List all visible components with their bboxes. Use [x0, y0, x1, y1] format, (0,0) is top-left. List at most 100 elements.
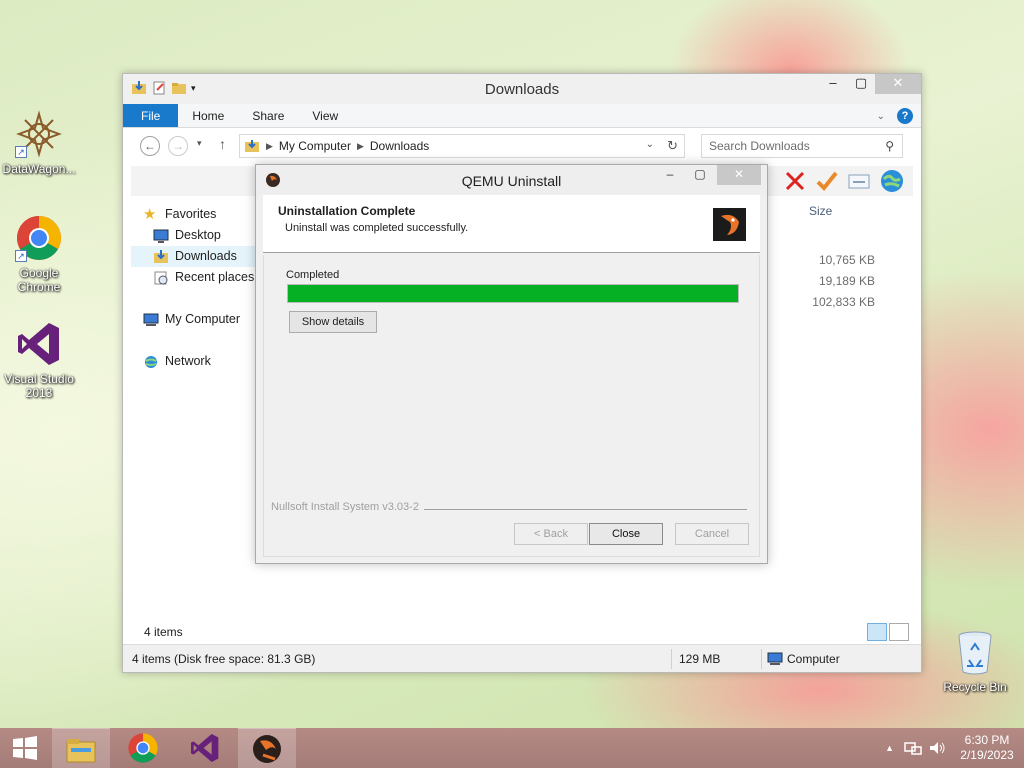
progress-bar	[287, 284, 739, 303]
minimize-button[interactable]: –	[819, 74, 847, 94]
desktop-icon-label: Recycle Bin	[943, 680, 1007, 694]
close-button[interactable]: ✕	[875, 74, 921, 94]
items-count: 4 items	[144, 625, 183, 639]
cancel-button[interactable]: Cancel	[675, 523, 749, 545]
shortcut-arrow-icon: ↗	[15, 146, 27, 158]
close-dialog-button[interactable]: Close	[589, 523, 663, 545]
show-details-button[interactable]: Show details	[289, 311, 377, 333]
file-size-column: 10,765 KB 19,189 KB 102,833 KB	[812, 250, 875, 313]
dialog-header-subtitle: Uninstall was completed successfully.	[285, 222, 469, 234]
globe-icon[interactable]	[879, 168, 905, 194]
clock-date: 2/19/2023	[960, 748, 1014, 762]
tab-view[interactable]: View	[298, 104, 352, 127]
desktop-icon-visual-studio[interactable]: Visual Studio 2013	[0, 320, 78, 400]
qemu-icon	[253, 734, 281, 763]
nav-downloads[interactable]: Downloads	[131, 246, 257, 267]
window-icon[interactable]	[847, 169, 871, 193]
network-status-icon[interactable]	[904, 740, 922, 756]
recent-locations-icon[interactable]: ▾	[197, 138, 202, 149]
desktop-icon-recycle-bin[interactable]: Recycle Bin	[936, 630, 1014, 694]
progress-fill	[288, 285, 738, 302]
recycle-bin-icon	[955, 630, 995, 676]
system-clock[interactable]: 6:30 PM 2/19/2023	[950, 733, 1024, 763]
tab-file[interactable]: File	[123, 104, 179, 127]
status-location: Computer	[787, 651, 840, 666]
tab-share[interactable]: Share	[238, 104, 298, 127]
progress-label: Completed	[286, 269, 340, 281]
nav-my-computer[interactable]: My Computer	[131, 309, 257, 330]
nav-network[interactable]: Network	[131, 351, 257, 372]
breadcrumb-separator-icon: ▶	[356, 140, 364, 151]
breadcrumb-my-computer[interactable]: My Computer	[279, 139, 351, 153]
qemu-logo-icon	[713, 208, 746, 241]
large-icons-view-button[interactable]	[889, 623, 909, 641]
search-input[interactable]: Search Downloads ⚲	[701, 134, 903, 158]
breadcrumb-separator-icon: ▶	[266, 140, 273, 151]
nav-desktop[interactable]: Desktop	[131, 225, 257, 246]
back-arrow-icon[interactable]: ←	[140, 136, 160, 156]
up-arrow-icon[interactable]: ↑	[219, 136, 226, 152]
help-icon[interactable]: ?	[897, 108, 913, 124]
address-row: ← → ▾ ↑ ▶ My Computer ▶ Downloads ⌄ ↻ Se…	[123, 128, 921, 164]
refresh-icon[interactable]: ↻	[667, 138, 678, 154]
address-dropdown-icon[interactable]: ⌄	[646, 139, 654, 150]
dialog-titlebar[interactable]: QEMU Uninstall – ▢ ✕	[256, 165, 767, 195]
chrome-icon	[128, 733, 158, 763]
delete-x-icon[interactable]	[783, 169, 807, 193]
details-view-button[interactable]	[867, 623, 887, 641]
maximize-button[interactable]: ▢	[847, 74, 875, 94]
star-icon: ★	[143, 205, 157, 223]
datawagon-icon: ↗	[15, 110, 63, 158]
forward-arrow-icon[interactable]: →	[168, 136, 188, 156]
search-icon: ⚲	[885, 139, 894, 153]
show-hidden-icons-icon[interactable]: ▲	[885, 743, 894, 753]
dialog-maximize-button[interactable]: ▢	[687, 165, 713, 185]
status-bar: 4 items (Disk free space: 81.3 GB) 129 M…	[123, 644, 921, 672]
nav-recent-places[interactable]: Recent places	[131, 267, 257, 288]
taskbar: ▲ 6:30 PM 2/19/2023	[0, 728, 1024, 768]
taskbar-visual-studio[interactable]	[176, 728, 234, 768]
desktop-icon-datawagon[interactable]: ↗ DataWagon...	[0, 110, 78, 176]
dialog-header-title: Uninstallation Complete	[278, 204, 416, 218]
start-button[interactable]	[0, 728, 50, 768]
network-icon	[143, 355, 159, 369]
dialog-header: Uninstallation Complete Uninstall was co…	[263, 195, 760, 253]
tab-home[interactable]: Home	[178, 104, 238, 127]
checkmark-icon[interactable]	[815, 169, 839, 193]
dialog-minimize-button[interactable]: –	[657, 165, 683, 185]
volume-icon[interactable]	[928, 740, 946, 756]
column-header-size[interactable]: Size	[809, 204, 832, 218]
nsis-branding: Nullsoft Install System v3.03-2	[271, 501, 419, 513]
system-tray: ▲ 6:30 PM 2/19/2023	[885, 728, 1024, 768]
explorer-titlebar[interactable]: ▾ Downloads – ▢ ✕	[123, 74, 921, 104]
window-title: Downloads	[484, 81, 560, 98]
nav-label: Recent places	[175, 270, 255, 284]
taskbar-chrome[interactable]	[114, 728, 172, 768]
visual-studio-icon	[15, 320, 63, 368]
visual-studio-icon	[191, 734, 219, 762]
status-size: 129 MB	[679, 651, 721, 666]
desktop-icon-label: Visual Studio 2013	[4, 372, 74, 400]
computer-icon	[767, 652, 783, 665]
desktop-icon-label: DataWagon...	[2, 162, 76, 176]
breadcrumb-downloads[interactable]: Downloads	[370, 139, 429, 153]
search-placeholder: Search Downloads	[709, 139, 810, 153]
windows-logo-icon	[13, 736, 37, 760]
address-bar[interactable]: ▶ My Computer ▶ Downloads ⌄ ↻	[239, 134, 685, 158]
chrome-icon: ↗	[15, 214, 63, 262]
expand-ribbon-icon[interactable]: ⌄	[877, 111, 885, 122]
back-button[interactable]: < Back	[514, 523, 588, 545]
taskbar-qemu-uninstall[interactable]	[238, 728, 296, 768]
file-size: 102,833 KB	[812, 295, 875, 309]
qemu-uninstall-dialog: QEMU Uninstall – ▢ ✕ Uninstallation Comp…	[255, 164, 768, 564]
shortcut-arrow-icon: ↗	[15, 250, 27, 262]
taskbar-file-explorer[interactable]	[52, 728, 110, 768]
computer-icon	[143, 313, 159, 327]
nav-label: Favorites	[165, 207, 217, 221]
desktop-icon-chrome[interactable]: ↗ Google Chrome	[0, 214, 78, 294]
dialog-close-button[interactable]: ✕	[717, 165, 761, 185]
file-size: 19,189 KB	[818, 274, 875, 288]
nav-favorites[interactable]: ★ Favorites	[131, 204, 257, 225]
navigation-pane: ★ Favorites Desktop Downloads Recent pla…	[131, 204, 257, 372]
recent-places-icon	[153, 271, 169, 285]
